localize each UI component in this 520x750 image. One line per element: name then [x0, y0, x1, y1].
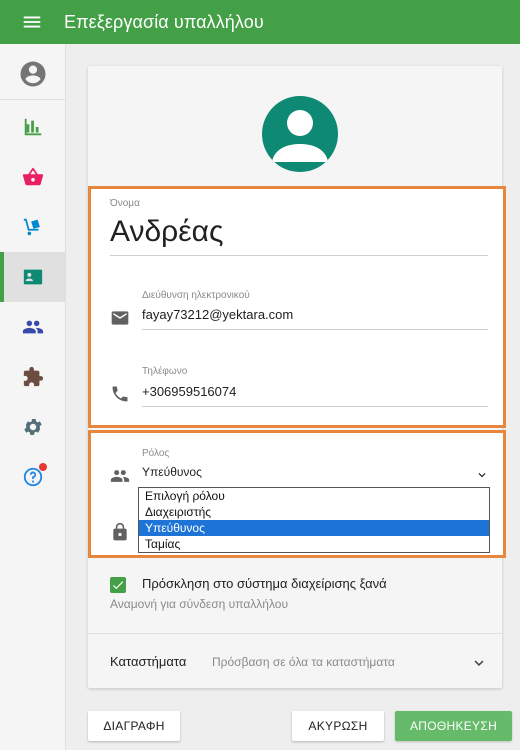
- contact-card-icon: [23, 269, 43, 285]
- divider: [88, 633, 502, 634]
- sidebar-item-account[interactable]: [0, 48, 66, 100]
- invite-status: Αναμονή για σύνδεση υπαλλήλου: [110, 597, 289, 611]
- stores-select[interactable]: Πρόσβαση σε όλα τα καταστήματα: [212, 655, 395, 669]
- name-underline: [110, 255, 488, 256]
- invite-checkbox[interactable]: [110, 577, 126, 593]
- name-field[interactable]: Ανδρέας: [110, 213, 223, 251]
- email-icon: [111, 311, 129, 325]
- basket-icon: [22, 167, 44, 186]
- sidebar-item-reports[interactable]: [0, 102, 66, 152]
- page-title: Επεξεργασία υπαλλήλου: [64, 11, 264, 32]
- hand-truck-icon: [23, 218, 40, 236]
- phone-icon: [112, 386, 128, 402]
- role-option[interactable]: Διαχειριστής: [139, 504, 489, 520]
- phone-label: Τηλέφωνο: [142, 366, 188, 377]
- employee-avatar[interactable]: [262, 96, 338, 172]
- sidebar-item-inventory[interactable]: [0, 202, 66, 252]
- puzzle-icon: [23, 366, 44, 387]
- save-button[interactable]: ΑΠΟΘΗΚΕΥΣΗ: [395, 711, 512, 741]
- app-bar: Επεξεργασία υπαλλήλου: [0, 0, 520, 44]
- menu-icon[interactable]: [0, 0, 64, 44]
- role-option-selected[interactable]: Υπεύθυνος: [139, 520, 489, 536]
- sidebar-item-customers[interactable]: [0, 302, 66, 352]
- check-icon: [112, 581, 124, 590]
- sidebar-item-settings[interactable]: [0, 402, 66, 452]
- notification-dot: [39, 463, 47, 471]
- invite-label: Πρόσκληση στο σύστημα διαχείρισης ξανά: [142, 576, 387, 591]
- sidebar: [0, 44, 66, 750]
- sidebar-item-sales[interactable]: [0, 152, 66, 202]
- name-label: Όνομα: [110, 198, 140, 209]
- people-icon: [22, 320, 44, 334]
- email-field[interactable]: fayay73212@yektara.com: [142, 307, 293, 322]
- email-underline: [142, 329, 488, 330]
- delete-button[interactable]: ΔΙΑΓΡΑΦΗ: [88, 711, 180, 741]
- bar-chart-icon: [24, 118, 42, 136]
- chevron-down-icon[interactable]: [470, 654, 488, 672]
- lock-icon: [113, 522, 127, 541]
- sidebar-item-help[interactable]: [0, 452, 66, 502]
- sidebar-item-integrations[interactable]: [0, 352, 66, 402]
- cancel-button[interactable]: ΑΚΥΡΩΣΗ: [292, 711, 384, 741]
- people-icon: [110, 470, 130, 482]
- chevron-down-icon[interactable]: [475, 468, 489, 482]
- account-circle-icon: [20, 61, 46, 86]
- person-icon: [272, 110, 328, 162]
- email-label: Διεύθυνση ηλεκτρονικού: [142, 290, 250, 301]
- role-label: Ρόλος: [142, 448, 170, 459]
- role-option[interactable]: Ταμίας: [139, 536, 489, 552]
- phone-underline: [142, 406, 488, 407]
- stores-label: Καταστήματα: [110, 654, 187, 669]
- role-dropdown[interactable]: Επιλογή ρόλου Διαχειριστής Υπεύθυνος Ταμ…: [138, 487, 490, 553]
- role-option[interactable]: Επιλογή ρόλου: [139, 488, 489, 504]
- sidebar-item-employees[interactable]: [0, 252, 66, 302]
- role-select[interactable]: Υπεύθυνος: [142, 465, 202, 479]
- phone-field[interactable]: +306959516074: [142, 384, 236, 399]
- gear-icon: [24, 419, 42, 435]
